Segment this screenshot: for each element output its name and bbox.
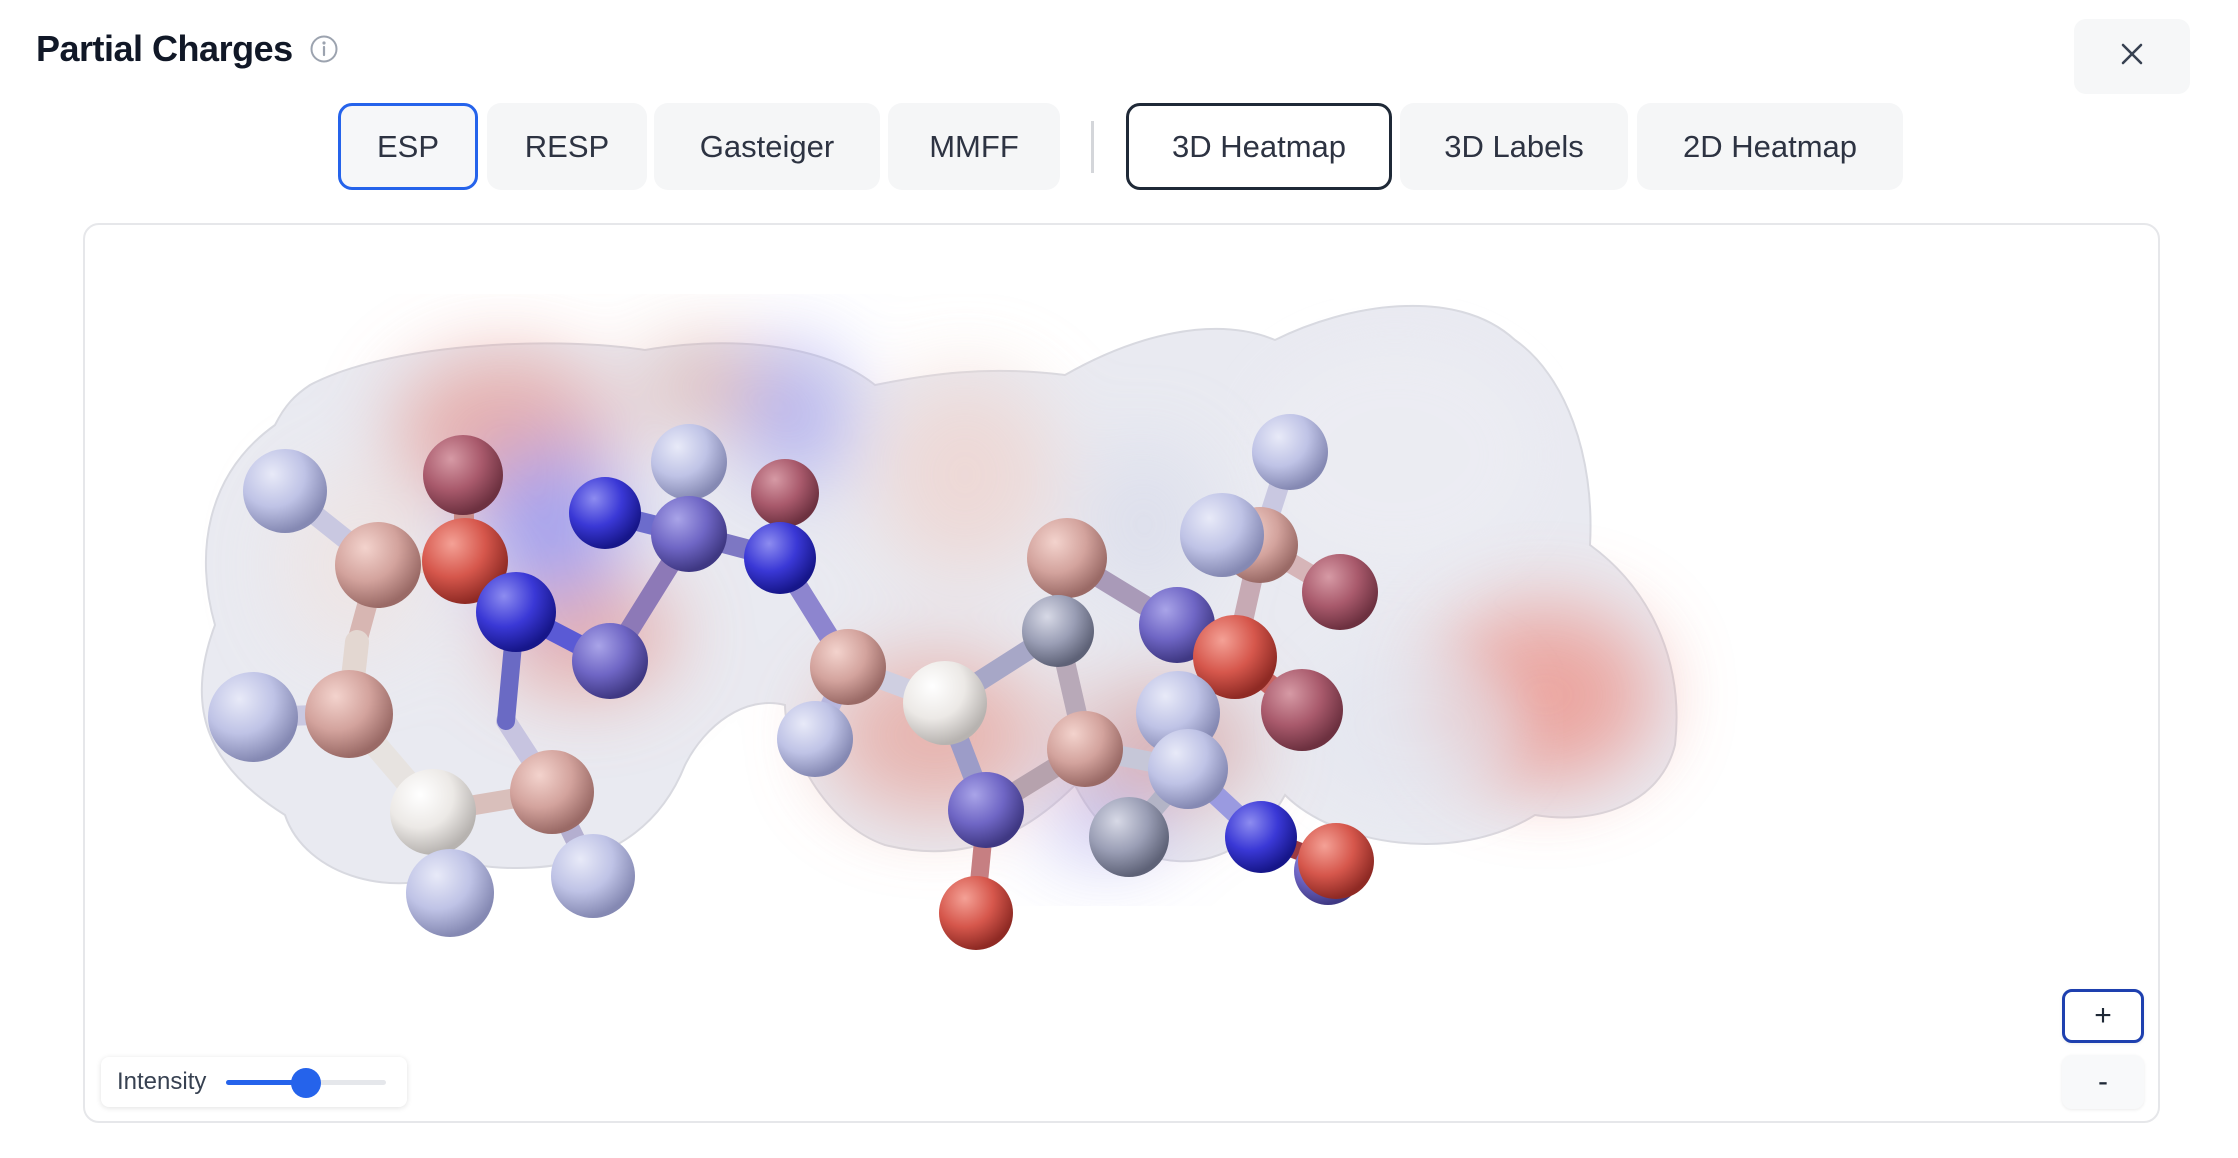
atom[interactable]: [1027, 518, 1107, 598]
atom[interactable]: [406, 849, 494, 937]
atom[interactable]: [651, 496, 727, 572]
toolbar-divider: [1091, 121, 1094, 173]
method-mmff-button[interactable]: MMFF: [888, 103, 1060, 190]
atom[interactable]: [1148, 729, 1228, 809]
atom[interactable]: [551, 834, 635, 918]
info-circle-icon[interactable]: [309, 34, 339, 64]
view-2d-heatmap-button[interactable]: 2D Heatmap: [1637, 103, 1903, 190]
atom[interactable]: [208, 672, 298, 762]
atom[interactable]: [305, 670, 393, 758]
atom[interactable]: [1261, 669, 1343, 751]
atom[interactable]: [572, 623, 648, 699]
atom[interactable]: [939, 876, 1013, 950]
close-icon: [2119, 41, 2145, 72]
atom[interactable]: [335, 522, 421, 608]
atom[interactable]: [390, 769, 476, 855]
view-3d-labels-button[interactable]: 3D Labels: [1400, 103, 1628, 190]
atom[interactable]: [751, 459, 819, 527]
atom[interactable]: [810, 629, 886, 705]
molecule-viewer[interactable]: + - Intensity: [83, 223, 2160, 1123]
method-esp-button[interactable]: ESP: [338, 103, 478, 190]
atom[interactable]: [243, 449, 327, 533]
intensity-control: Intensity: [101, 1057, 407, 1107]
method-resp-button[interactable]: RESP: [487, 103, 647, 190]
atom[interactable]: [1022, 595, 1094, 667]
atom[interactable]: [1225, 801, 1297, 873]
zoom-in-button[interactable]: +: [2062, 989, 2144, 1043]
atom[interactable]: [1298, 823, 1374, 899]
atom[interactable]: [948, 772, 1024, 848]
slider-thumb[interactable]: [291, 1068, 322, 1098]
atom[interactable]: [423, 435, 503, 515]
atom[interactable]: [744, 522, 816, 594]
atom[interactable]: [1047, 711, 1123, 787]
charge-toolbar: ESP RESP Gasteiger MMFF 3D Heatmap 3D La…: [0, 103, 2238, 190]
page-title: Partial Charges: [36, 28, 293, 69]
atom[interactable]: [510, 750, 594, 834]
atom[interactable]: [651, 424, 727, 500]
method-gasteiger-button[interactable]: Gasteiger: [654, 103, 880, 190]
molecule-3d-canvas[interactable]: [85, 225, 2160, 1123]
atom[interactable]: [1089, 797, 1169, 877]
atom[interactable]: [1302, 554, 1378, 630]
atom[interactable]: [903, 661, 987, 745]
atom[interactable]: [569, 477, 641, 549]
atom[interactable]: [1252, 414, 1328, 490]
view-3d-heatmap-button[interactable]: 3D Heatmap: [1126, 103, 1392, 190]
zoom-out-button[interactable]: -: [2062, 1055, 2144, 1109]
atom[interactable]: [476, 572, 556, 652]
atom[interactable]: [1180, 493, 1264, 577]
intensity-label: Intensity: [117, 1068, 207, 1095]
close-button[interactable]: [2074, 19, 2190, 94]
intensity-slider[interactable]: [226, 1067, 387, 1098]
atom[interactable]: [777, 701, 853, 777]
dialog-header: Partial Charges: [36, 28, 339, 70]
